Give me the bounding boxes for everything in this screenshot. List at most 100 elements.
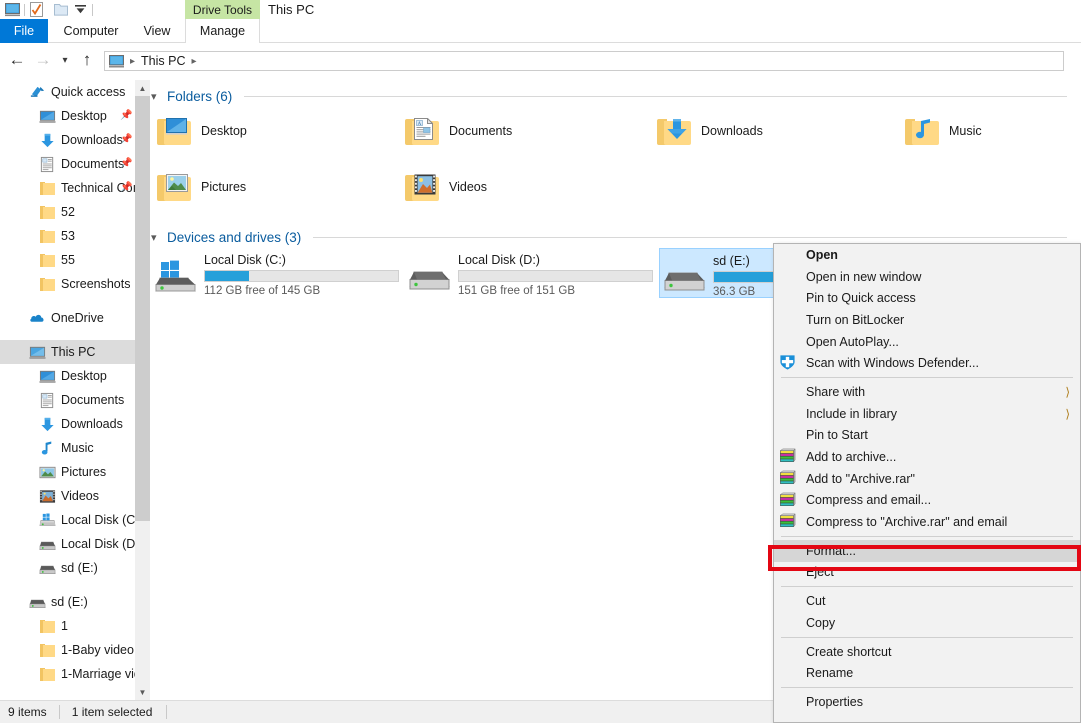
menu-item-label: Compress and email...	[806, 493, 932, 508]
menu-item-scan-with-windows-defender[interactable]: Scan with Windows Defender...	[774, 352, 1080, 374]
sidebar-item-label: Local Disk (C:)	[61, 513, 135, 527]
sidebar-item-onedrive[interactable]: OneDrive	[0, 306, 135, 330]
sidebar-item-downloads[interactable]: Downloads	[0, 412, 135, 436]
sidebar-item-downloads[interactable]: Downloads 📌	[0, 128, 135, 152]
breadcrumb-item-this-pc[interactable]: This PC	[141, 54, 185, 68]
folder-tile-desktop[interactable]: Desktop	[151, 107, 251, 155]
tab-file[interactable]: File	[0, 19, 48, 43]
sidebar-item-1-baby-video[interactable]: 1-Baby video	[0, 638, 135, 662]
sidebar-item-desktop[interactable]: Desktop	[0, 364, 135, 388]
chevron-down-icon[interactable]: ▾	[151, 231, 161, 244]
menu-item-share-with[interactable]: Share with ⟩	[774, 381, 1080, 403]
pin-icon[interactable]: 📌	[120, 134, 132, 145]
sidebar-item-screenshots[interactable]: Screenshots	[0, 272, 135, 296]
menu-item-eject[interactable]: Eject	[774, 562, 1080, 584]
menu-item-turn-on-bitlocker[interactable]: Turn on BitLocker	[774, 309, 1080, 331]
menu-item-open[interactable]: Open	[774, 244, 1080, 266]
menu-item-pin-to-quick-access[interactable]: Pin to Quick access	[774, 287, 1080, 309]
menu-item-copy[interactable]: Copy	[774, 612, 1080, 634]
folder-tile-downloads[interactable]: Downloads	[651, 107, 767, 155]
sidebar-item-sd-e[interactable]: sd (E:)	[0, 556, 135, 580]
sidebar-item-desktop[interactable]: Desktop 📌	[0, 104, 135, 128]
menu-item-add-to-archive-rar[interactable]: Add to "Archive.rar"	[774, 468, 1080, 490]
sidebar-item-technical-co[interactable]: Technical Coı 📌	[0, 176, 135, 200]
computer-icon[interactable]	[4, 1, 21, 18]
status-item-count: 9 items	[8, 705, 47, 719]
sidebar-item-pictures[interactable]: Pictures	[0, 460, 135, 484]
sidebar-item-53[interactable]: 53	[0, 224, 135, 248]
sidebar-item-local-disk-c[interactable]: Local Disk (C:)	[0, 508, 135, 532]
sidebar-item-label: Screenshots	[61, 277, 131, 291]
chevron-down-icon[interactable]: ▾	[56, 47, 74, 73]
menu-item-open-in-new-window[interactable]: Open in new window	[774, 266, 1080, 288]
pin-icon[interactable]: 📌	[120, 110, 132, 121]
menu-item-label: Rename	[806, 666, 854, 681]
menu-item-label: Properties	[806, 694, 863, 709]
menu-item-label: Open in new window	[806, 269, 922, 284]
chevron-down-icon[interactable]: ▾	[151, 90, 161, 103]
menu-item-format[interactable]: Format...	[774, 539, 1080, 562]
chevron-up-icon[interactable]: ▲	[135, 80, 150, 96]
group-header-folders[interactable]: ▾ Folders (6)	[151, 85, 1081, 107]
context-menu[interactable]: Open Open in new window Pin to Quick acces…	[773, 243, 1081, 723]
chevron-right-icon: ⟩	[1065, 385, 1070, 400]
folder-tile-music[interactable]: Music	[899, 107, 986, 155]
menu-item-include-in-library[interactable]: Include in library ⟩	[774, 403, 1080, 425]
menu-item-compress-to-archive-rar-and-email[interactable]: Compress to "Archive.rar" and email	[774, 511, 1080, 533]
properties-icon[interactable]	[28, 1, 45, 18]
tab-computer[interactable]: Computer	[56, 19, 126, 43]
folder-tile-videos[interactable]: Videos	[399, 163, 491, 211]
sidebar-item-sd-e[interactable]: sd (E:)	[0, 590, 135, 614]
drive-tile-local-disk-c[interactable]: Local Disk (C:) 112 GB free of 145 GB	[151, 248, 407, 298]
arrow-right-icon[interactable]: →	[30, 47, 56, 73]
sidebar-item-this-pc[interactable]: This PC	[0, 340, 135, 364]
sidebar-item-1[interactable]: 1	[0, 614, 135, 638]
pin-icon[interactable]: 📌	[120, 158, 132, 169]
tab-view[interactable]: View	[133, 19, 181, 43]
scrollbar-thumb[interactable]	[135, 96, 150, 521]
breadcrumb[interactable]: ▸ This PC ▸	[104, 51, 1064, 71]
sidebar-item-label: Desktop	[61, 369, 107, 383]
sidebar-item-documents[interactable]: Documents 📌	[0, 152, 135, 176]
drive-tile-local-disk-d[interactable]: Local Disk (D:) 151 GB free of 151 GB	[405, 248, 661, 298]
new-folder-icon[interactable]	[52, 1, 69, 18]
sidebar-item-documents[interactable]: Documents	[0, 388, 135, 412]
status-divider-2	[166, 705, 167, 719]
sidebar-item-52[interactable]: 52	[0, 200, 135, 224]
chevron-down-icon[interactable]: ▼	[135, 684, 150, 700]
drive-icon	[28, 593, 46, 611]
drive-icon	[38, 535, 56, 553]
menu-item-create-shortcut[interactable]: Create shortcut	[774, 641, 1080, 663]
customize-dropdown-icon[interactable]	[72, 1, 89, 18]
menu-item-add-to-archive[interactable]: Add to archive...	[774, 446, 1080, 468]
menu-item-rename[interactable]: Rename	[774, 662, 1080, 684]
folder-tile-documents[interactable]: A Documents	[399, 107, 516, 155]
menu-item-pin-to-start[interactable]: Pin to Start	[774, 425, 1080, 447]
menu-item-properties[interactable]: Properties	[774, 691, 1080, 713]
windows-drive-icon	[38, 511, 56, 529]
tab-manage[interactable]: Manage	[185, 19, 260, 43]
breadcrumb-separator-2[interactable]: ▸	[191, 56, 196, 67]
window-title: This PC	[268, 2, 315, 17]
sidebar-item-local-disk-d[interactable]: Local Disk (D:)	[0, 532, 135, 556]
menu-item-cut[interactable]: Cut	[774, 590, 1080, 612]
navigation-scrollbar[interactable]: ▲ ▼	[135, 80, 150, 700]
folder-icon	[38, 641, 56, 659]
sidebar-item-1-marriage-video[interactable]: 1-Marriage video	[0, 662, 135, 686]
documents-icon	[38, 391, 56, 409]
folder-tile-label: Pictures	[201, 180, 247, 194]
sidebar-item-quick-access[interactable]: Quick access	[0, 80, 135, 104]
arrow-up-icon[interactable]: ↑	[74, 47, 100, 73]
navigation-pane[interactable]: Quick access Desktop 📌 Downloads 📌 Docum…	[0, 80, 135, 700]
folder-tile-pictures[interactable]: Pictures	[151, 163, 250, 211]
download-arrow-icon	[38, 415, 56, 433]
menu-item-compress-and-email[interactable]: Compress and email...	[774, 490, 1080, 512]
sidebar-item-music[interactable]: Music	[0, 436, 135, 460]
sidebar-item-55[interactable]: 55	[0, 248, 135, 272]
menu-item-open-autoplay[interactable]: Open AutoPlay...	[774, 331, 1080, 353]
pin-icon[interactable]: 📌	[120, 182, 132, 193]
sidebar-item-videos[interactable]: Videos	[0, 484, 135, 508]
videos-icon	[38, 487, 56, 505]
arrow-left-icon[interactable]: ←	[4, 47, 30, 73]
menu-item-label: Include in library	[806, 406, 898, 421]
